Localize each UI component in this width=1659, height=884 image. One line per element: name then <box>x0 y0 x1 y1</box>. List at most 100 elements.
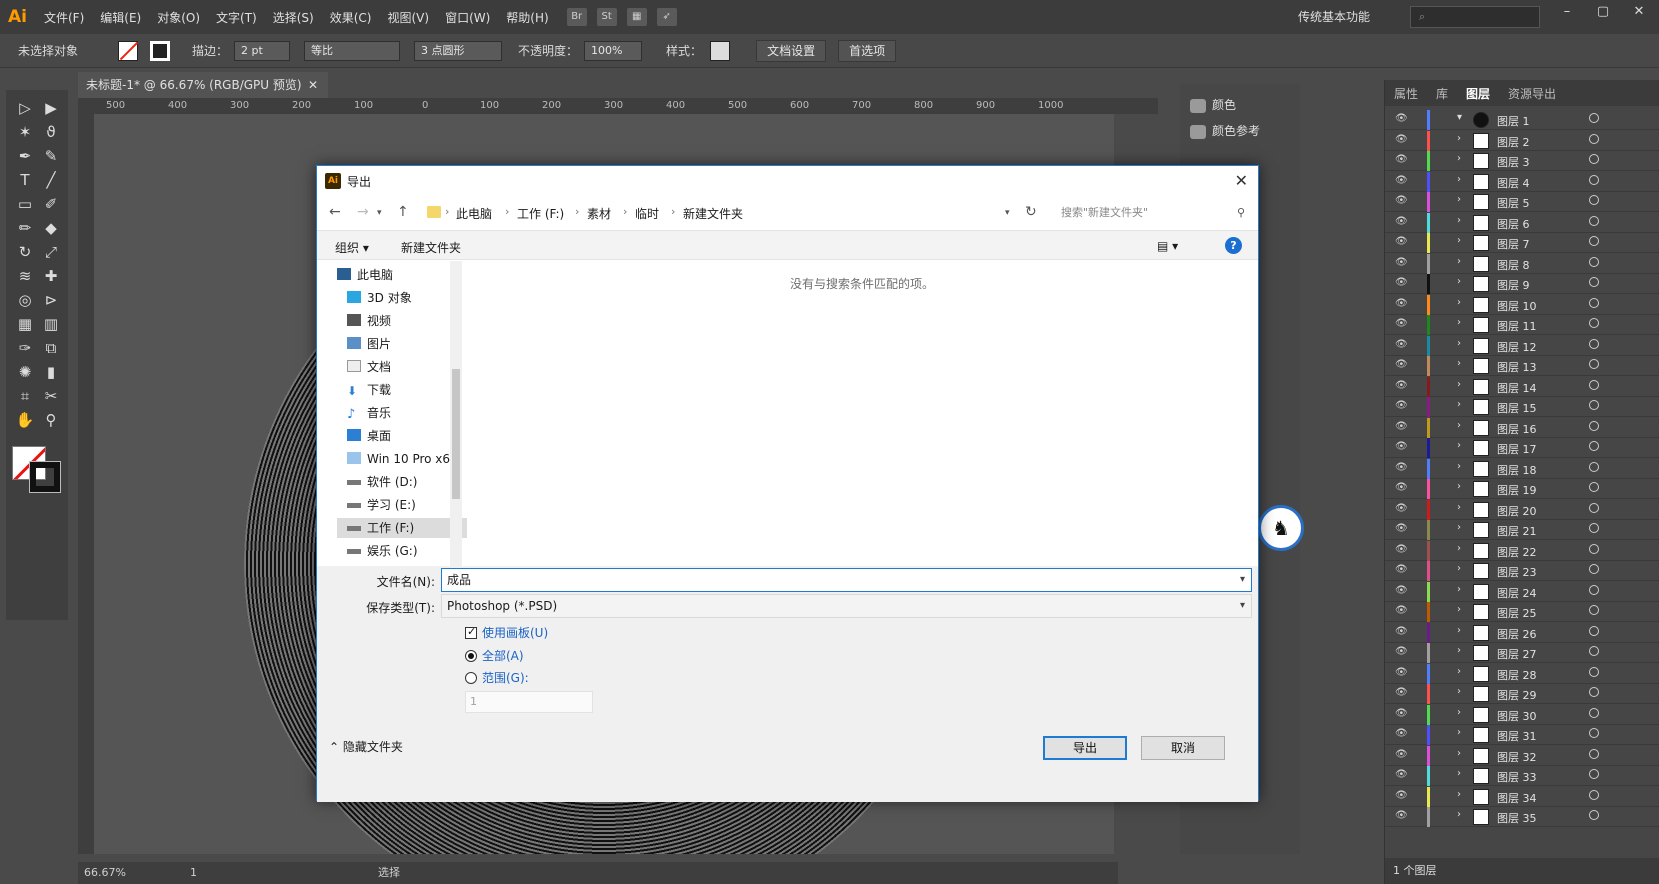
target-circle-icon[interactable] <box>1589 482 1599 492</box>
layer-row[interactable]: 👁 › 图层 25 <box>1385 602 1659 622</box>
chevron-right-icon[interactable]: › <box>1457 420 1461 431</box>
layer-name[interactable]: 图层 3 <box>1497 154 1530 170</box>
all-radio[interactable]: 全部(A) <box>465 647 524 664</box>
menu-view[interactable]: 视图(V) <box>379 9 437 26</box>
help-icon[interactable]: ? <box>1225 237 1242 254</box>
tree-item-3d-objects[interactable]: 3D 对象 <box>337 288 467 308</box>
visibility-eye-icon[interactable]: 👁 <box>1395 503 1408 514</box>
visibility-eye-icon[interactable]: 👁 <box>1395 687 1408 698</box>
target-circle-icon[interactable] <box>1589 666 1599 677</box>
chevron-down-icon[interactable]: ▾ <box>1240 569 1245 591</box>
menu-help[interactable]: 帮助(H) <box>498 9 556 26</box>
layer-row[interactable]: 👁 › 图层 20 <box>1385 499 1659 520</box>
color-panel-button[interactable]: 颜色 <box>1190 96 1236 113</box>
target-circle-icon[interactable] <box>1589 174 1599 185</box>
chevron-right-icon[interactable]: › <box>1457 502 1461 513</box>
layer-row[interactable]: 👁 › 图层 17 <box>1385 438 1659 458</box>
chevron-right-icon[interactable]: › <box>1457 133 1461 144</box>
column-graph-icon[interactable]: ▮ <box>40 362 62 382</box>
tab-properties[interactable]: 属性 <box>1385 85 1427 102</box>
visibility-eye-icon[interactable]: 👁 <box>1395 113 1408 124</box>
stock-search-input[interactable]: ⌕ <box>1410 6 1540 28</box>
tab-layers[interactable]: 图层 <box>1457 85 1499 102</box>
tree-item-drive-d[interactable]: 软件 (D:) <box>337 472 467 492</box>
target-circle-icon[interactable] <box>1589 256 1599 267</box>
chevron-right-icon[interactable]: › <box>1457 235 1461 246</box>
workspace-switcher[interactable]: 传统基本功能 <box>1298 8 1370 25</box>
stroke-weight-field[interactable]: 2 pt <box>234 40 291 61</box>
bridge-button[interactable]: Br <box>566 8 587 26</box>
visibility-eye-icon[interactable]: 👁 <box>1395 134 1408 145</box>
target-circle-icon[interactable] <box>1589 154 1599 164</box>
layer-row[interactable]: 👁 › 图层 24 <box>1385 581 1659 602</box>
menu-type[interactable]: 文字(T) <box>208 9 265 26</box>
target-circle-icon[interactable] <box>1589 789 1599 800</box>
layer-name[interactable]: 图层 13 <box>1497 359 1537 375</box>
layer-row[interactable]: 👁 › 图层 30 <box>1385 704 1659 725</box>
brush-definition-select[interactable]: 3 点圆形 <box>414 40 503 61</box>
selection-tool-icon[interactable]: ▷ <box>14 98 36 118</box>
eyedropper-icon[interactable]: ✑ <box>14 338 36 358</box>
chevron-right-icon[interactable]: › <box>1457 686 1461 697</box>
layer-name[interactable]: 图层 30 <box>1497 708 1537 724</box>
visibility-eye-icon[interactable]: 👁 <box>1395 769 1408 780</box>
layer-name[interactable]: 图层 33 <box>1497 769 1537 785</box>
layer-row[interactable]: 👁 › 图层 8 <box>1385 253 1659 274</box>
breadcrumb-linshi[interactable]: 临时 <box>635 205 659 222</box>
dialog-close-icon[interactable]: ✕ <box>1235 171 1248 190</box>
layer-row[interactable]: 👁 › 图层 6 <box>1385 212 1659 233</box>
layer-row[interactable]: 👁 › 图层 35 <box>1385 807 1659 827</box>
gpu-performance-icon[interactable]: ➶ <box>656 8 677 26</box>
layer-row[interactable]: 👁 › 图层 29 <box>1385 684 1659 704</box>
layer-name[interactable]: 图层 18 <box>1497 462 1537 478</box>
blend-tool-icon[interactable]: ⧉ <box>40 338 62 358</box>
tree-item-documents[interactable]: 文档 <box>337 357 467 377</box>
document-setup-button[interactable]: 文档设置 <box>756 39 827 62</box>
layer-name[interactable]: 图层 22 <box>1497 544 1537 560</box>
visibility-eye-icon[interactable]: 👁 <box>1395 728 1408 739</box>
chevron-right-icon[interactable]: › <box>1457 297 1461 308</box>
layer-row[interactable]: 👁 › 图层 21 <box>1385 520 1659 540</box>
layer-row[interactable]: 👁 › 图层 23 <box>1385 561 1659 581</box>
layer-name[interactable]: 图层 27 <box>1497 646 1537 662</box>
visibility-eye-icon[interactable]: 👁 <box>1395 318 1408 329</box>
layer-name[interactable]: 图层 24 <box>1497 585 1537 601</box>
chevron-right-icon[interactable]: › <box>1457 522 1461 533</box>
filetype-select[interactable]: Photoshop (*.PSD) ▾ <box>441 594 1252 618</box>
stroke-color-box[interactable] <box>29 461 61 493</box>
chevron-right-icon[interactable]: › <box>1457 153 1461 164</box>
menu-select[interactable]: 选择(S) <box>265 9 322 26</box>
chevron-right-icon[interactable]: › <box>1457 317 1461 328</box>
layer-row[interactable]: 👁 › 图层 13 <box>1385 356 1659 376</box>
breadcrumb-this-pc[interactable]: 此电脑 <box>456 205 492 222</box>
shaper-tool-icon[interactable]: ✏ <box>14 218 36 238</box>
target-circle-icon[interactable] <box>1589 113 1599 123</box>
layer-row[interactable]: 👁 › 图层 27 <box>1385 643 1659 663</box>
tree-item-music[interactable]: ♪ 音乐 <box>337 403 467 423</box>
visibility-eye-icon[interactable]: 👁 <box>1395 544 1408 555</box>
visibility-eye-icon[interactable]: 👁 <box>1395 195 1408 206</box>
layer-name[interactable]: 图层 35 <box>1497 810 1537 826</box>
target-circle-icon[interactable] <box>1589 625 1599 636</box>
zoom-level[interactable]: 66.67% <box>84 862 126 884</box>
chevron-right-icon[interactable]: › <box>1457 625 1461 636</box>
visibility-eye-icon[interactable]: 👁 <box>1395 175 1408 186</box>
rectangle-tool-icon[interactable]: ▭ <box>14 194 36 214</box>
layer-row[interactable]: 👁 › 图层 10 <box>1385 294 1659 315</box>
direct-selection-tool-icon[interactable]: ▶ <box>40 98 62 118</box>
layer-name[interactable]: 图层 19 <box>1497 482 1537 498</box>
layer-name[interactable]: 图层 28 <box>1497 667 1537 683</box>
visibility-eye-icon[interactable]: 👁 <box>1395 523 1408 534</box>
target-circle-icon[interactable] <box>1589 502 1599 513</box>
target-circle-icon[interactable] <box>1589 297 1599 308</box>
menu-window[interactable]: 窗口(W) <box>437 9 498 26</box>
visibility-eye-icon[interactable]: 👁 <box>1395 810 1408 821</box>
maximize-icon[interactable]: ▢ <box>1586 4 1620 28</box>
layer-row[interactable]: 👁 › 图层 2 <box>1385 130 1659 151</box>
chevron-right-icon[interactable]: › <box>1457 809 1461 820</box>
layer-name[interactable]: 图层 6 <box>1497 216 1530 232</box>
target-circle-icon[interactable] <box>1589 379 1599 390</box>
target-circle-icon[interactable] <box>1589 605 1599 615</box>
layer-row[interactable]: 👁 › 图层 5 <box>1385 192 1659 212</box>
chevron-right-icon[interactable]: › <box>1457 584 1461 595</box>
